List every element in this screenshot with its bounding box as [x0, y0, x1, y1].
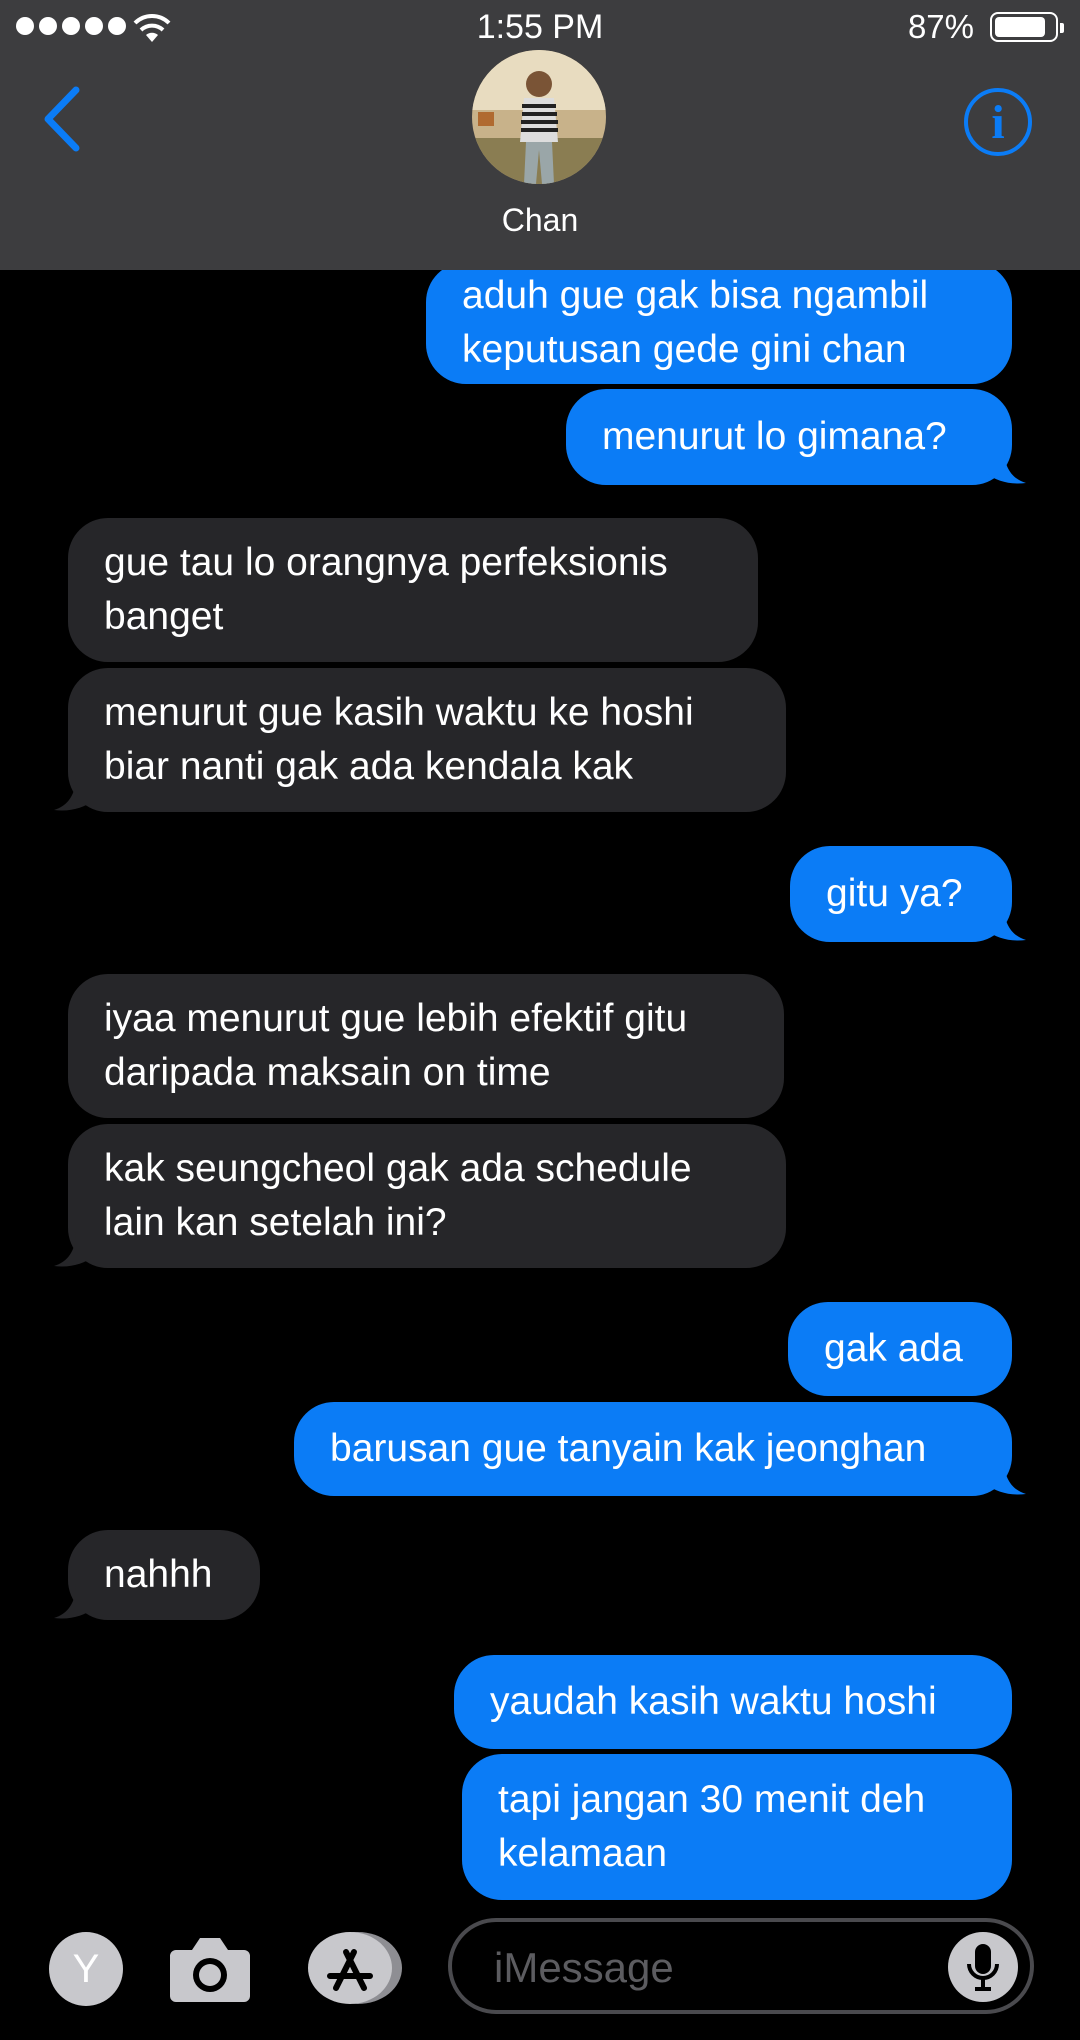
outgoing-message[interactable]: aduh gue gak bisa ngambil keputusan gede … [426, 262, 1012, 384]
conversation-header: 1:55 PM 87% Chan i [0, 0, 1080, 270]
incoming-message[interactable]: menurut gue kasih waktu ke hoshi biar nan… [54, 668, 786, 812]
bubble-tail [986, 449, 1026, 484]
app-drawer-button[interactable]: Y [49, 1932, 123, 2006]
message-text: gitu ya? [826, 872, 963, 915]
bubble-tail [54, 1584, 94, 1619]
message-text: banget [104, 595, 224, 638]
message-text: barusan gue tanyain kak jeonghan [330, 1427, 927, 1470]
app-store-icon[interactable] [306, 1930, 406, 2006]
status-bar: 1:55 PM 87% [0, 0, 1080, 54]
message-text: kak seungcheol gak ada schedule [104, 1147, 692, 1190]
message-text: iyaa menurut gue lebih efektif gitu [104, 997, 688, 1040]
message-text: tapi jangan 30 menit deh [498, 1778, 926, 1821]
outgoing-message[interactable]: gak ada [788, 1302, 1012, 1396]
incoming-message[interactable]: kak seungcheol gak ada schedule lain kan … [54, 1124, 786, 1268]
message-text: lain kan setelah ini? [104, 1201, 447, 1244]
battery-percent: 87% [907, 8, 974, 45]
message-text: aduh gue gak bisa ngambil [462, 274, 929, 317]
contact-name[interactable]: Chan [0, 202, 1080, 239]
message-text: biar nanti gak ada kendala kak [104, 745, 634, 788]
outgoing-message[interactable]: gitu ya? [790, 846, 1026, 942]
outgoing-message[interactable]: barusan gue tanyain kak jeonghan [294, 1402, 1026, 1496]
info-icon[interactable]: i [964, 88, 1032, 156]
bubble-tail [54, 776, 94, 811]
contact-avatar[interactable] [472, 50, 606, 184]
message-text: nahhh [104, 1553, 213, 1596]
message-text: gue tau lo orangnya perfeksionis [104, 541, 668, 584]
outgoing-message[interactable]: tapi jangan 30 menit deh kelamaan [462, 1754, 1012, 1900]
incoming-message[interactable]: iyaa menurut gue lebih efektif gitu darip… [68, 974, 784, 1118]
message-text: gak ada [824, 1327, 963, 1370]
bubble-tail [54, 1232, 94, 1267]
message-text: menurut gue kasih waktu ke hoshi [104, 691, 694, 734]
incoming-message[interactable]: nahhh [54, 1530, 260, 1620]
message-text: daripada maksain on time [104, 1051, 551, 1094]
message-text: kelamaan [498, 1832, 668, 1875]
microphone-icon[interactable] [948, 1932, 1018, 2002]
outgoing-message[interactable]: menurut lo gimana? [566, 389, 1026, 485]
bubble-tail [986, 1460, 1026, 1495]
compose-bar: Y iMessage [0, 1900, 1080, 2040]
back-chevron-icon[interactable] [40, 84, 84, 154]
message-input[interactable]: iMessage [448, 1918, 1034, 2014]
bubble-tail [986, 906, 1026, 941]
message-input-placeholder: iMessage [494, 1944, 674, 1991]
incoming-message[interactable]: gue tau lo orangnya perfeksionis banget [68, 518, 758, 662]
message-text: yaudah kasih waktu hoshi [490, 1680, 937, 1723]
message-text: menurut lo gimana? [602, 415, 947, 458]
camera-icon[interactable] [168, 1932, 252, 2004]
message-text: keputusan gede gini chan [462, 328, 907, 371]
battery-icon [990, 12, 1064, 42]
outgoing-message[interactable]: yaudah kasih waktu hoshi [454, 1655, 1012, 1749]
